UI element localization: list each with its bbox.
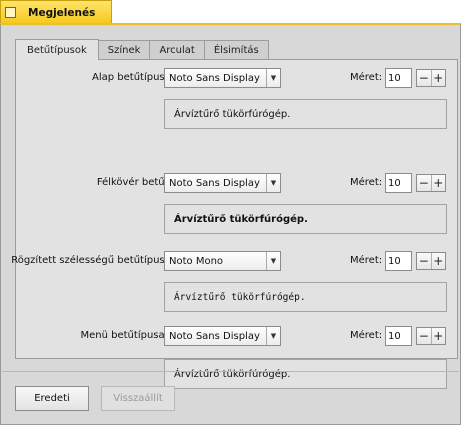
tab-colors[interactable]: Színek — [98, 40, 151, 59]
fixed-font-value: Noto Mono — [169, 255, 224, 267]
plain-font-select[interactable]: Noto Sans Display ▼ — [164, 68, 281, 88]
fixed-size-label: Méret: — [350, 255, 383, 266]
plain-size-input[interactable]: 10 — [385, 68, 412, 88]
minus-icon[interactable]: − — [417, 175, 432, 191]
fixed-size-stepper[interactable]: − + — [416, 252, 446, 270]
menu-size-label: Méret: — [350, 330, 383, 341]
chevron-down-icon: ▼ — [266, 327, 280, 345]
menu-size-stepper[interactable]: − + — [416, 327, 446, 345]
chevron-down-icon: ▼ — [266, 252, 280, 270]
tab-bar: Betűtípusok Színek Arculat Élsimítás — [15, 39, 269, 60]
fixed-font-preview: Árvíztűrő tükörfúrógép. — [164, 282, 447, 312]
tab-fonts[interactable]: Betűtípusok — [15, 39, 99, 60]
tab-antialiasing[interactable]: Élsimítás — [204, 40, 269, 59]
bold-font-label: Félkövér betű: — [96, 177, 168, 188]
plain-size-label: Méret: — [350, 72, 383, 83]
fixed-font-label: Rögzített szélességű betűtípus: — [11, 255, 168, 266]
plain-font-label: Alap betűtípus: — [92, 72, 168, 83]
bold-size-stepper[interactable]: − + — [416, 174, 446, 192]
bold-font-value: Noto Sans Display — [169, 177, 260, 189]
menu-size-input[interactable]: 10 — [385, 326, 412, 346]
bold-size-input[interactable]: 10 — [385, 173, 412, 193]
fixed-size-input[interactable]: 10 — [385, 251, 412, 271]
menu-font-label: Menü betűtípusa: — [80, 330, 169, 341]
plus-icon[interactable]: + — [432, 253, 446, 269]
divider — [2, 371, 459, 372]
plus-icon[interactable]: + — [432, 70, 446, 86]
plain-font-value: Noto Sans Display — [169, 72, 260, 84]
bold-size-label: Méret: — [350, 177, 383, 188]
plus-icon[interactable]: + — [432, 328, 446, 344]
bold-font-select[interactable]: Noto Sans Display ▼ — [164, 173, 281, 193]
revert-button[interactable]: Visszaállít — [101, 386, 175, 411]
menu-font-select[interactable]: Noto Sans Display ▼ — [164, 326, 281, 346]
fonts-panel: Alap betűtípus: Noto Sans Display ▼ Mére… — [11, 59, 458, 389]
menu-font-preview: Árvíztűrő tükörfúrógép. — [164, 359, 447, 389]
fixed-font-select[interactable]: Noto Mono ▼ — [164, 251, 281, 271]
chevron-down-icon: ▼ — [266, 174, 280, 192]
plain-size-stepper[interactable]: − + — [416, 69, 446, 87]
appearance-window: Betűtípusok Színek Arculat Élsimítás Ala… — [0, 23, 461, 425]
defaults-button[interactable]: Eredeti — [15, 386, 89, 411]
plus-icon[interactable]: + — [432, 175, 446, 191]
tab-decorators[interactable]: Arculat — [150, 40, 205, 59]
minus-icon[interactable]: − — [417, 328, 432, 344]
menu-font-value: Noto Sans Display — [169, 330, 260, 342]
window-title: Megjelenés — [28, 6, 96, 19]
chevron-down-icon: ▼ — [266, 69, 280, 87]
window-close-box[interactable] — [5, 7, 16, 18]
minus-icon[interactable]: − — [417, 70, 432, 86]
minus-icon[interactable]: − — [417, 253, 432, 269]
bold-font-preview: Árvíztűrő tükörfúrógép. — [164, 204, 447, 234]
window-title-tab[interactable]: Megjelenés — [0, 0, 112, 24]
plain-font-preview: Árvíztűrő tükörfúrógép. — [164, 99, 447, 129]
